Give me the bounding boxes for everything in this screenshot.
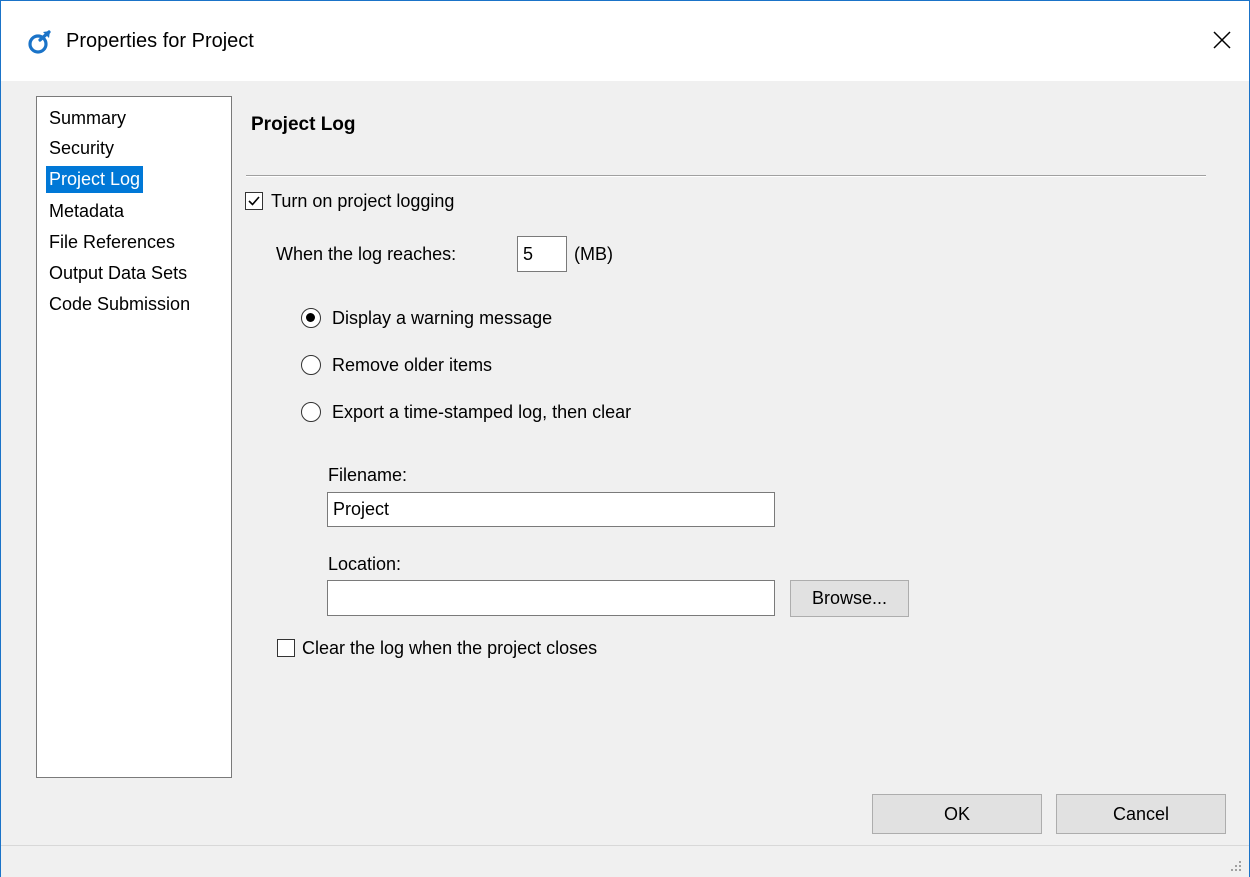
log-size-input[interactable]	[517, 236, 567, 272]
close-icon	[1213, 31, 1231, 49]
resize-grip-icon[interactable]	[1227, 857, 1243, 873]
close-button[interactable]	[1197, 15, 1247, 65]
sidebar-item-code-submission[interactable]: Code Submission	[46, 291, 193, 318]
checkmark-icon	[248, 196, 260, 206]
logging-label[interactable]: Turn on project logging	[271, 191, 454, 212]
logging-checkbox[interactable]	[245, 192, 263, 210]
location-label: Location:	[328, 554, 402, 574]
radio-remove-older-label[interactable]: Remove older items	[332, 355, 492, 376]
window-title: Properties for Project	[66, 30, 254, 52]
panel-title: Project Log	[251, 114, 356, 135]
title-divider	[246, 175, 1206, 177]
properties-dialog: Properties for Project Summary Security …	[0, 0, 1250, 877]
sidebar-item-file-references[interactable]: File References	[46, 229, 178, 256]
filename-input[interactable]	[327, 492, 775, 527]
sidebar-item-output-data-sets[interactable]: Output Data Sets	[46, 260, 190, 287]
radio-display-warning-label[interactable]: Display a warning message	[332, 308, 552, 329]
log-size-unit: (MB)	[574, 244, 613, 264]
clear-on-close-label[interactable]: Clear the log when the project closes	[302, 638, 597, 659]
title-bar[interactable]: Properties for Project	[1, 1, 1249, 81]
radio-export-log[interactable]	[301, 402, 321, 422]
location-input[interactable]	[327, 580, 775, 616]
radio-export-log-label[interactable]: Export a time-stamped log, then clear	[332, 402, 631, 423]
sidebar-item-summary[interactable]: Summary	[46, 105, 129, 132]
ok-button[interactable]: OK	[872, 794, 1042, 834]
log-size-label: When the log reaches:	[276, 244, 457, 264]
sidebar-item-metadata[interactable]: Metadata	[46, 198, 127, 225]
category-list[interactable]: Summary Security Project Log Metadata Fi…	[36, 96, 232, 778]
status-bar	[1, 845, 1249, 877]
radio-display-warning[interactable]	[301, 308, 321, 328]
radio-selected-dot	[306, 313, 315, 322]
radio-remove-older[interactable]	[301, 355, 321, 375]
sidebar-item-security[interactable]: Security	[46, 135, 117, 162]
sidebar-item-project-log[interactable]: Project Log	[46, 166, 144, 193]
app-logo-icon	[27, 29, 53, 55]
browse-button[interactable]: Browse...	[790, 580, 909, 617]
clear-on-close-checkbox[interactable]	[277, 639, 295, 657]
filename-label: Filename:	[328, 465, 408, 485]
cancel-button[interactable]: Cancel	[1056, 794, 1226, 834]
